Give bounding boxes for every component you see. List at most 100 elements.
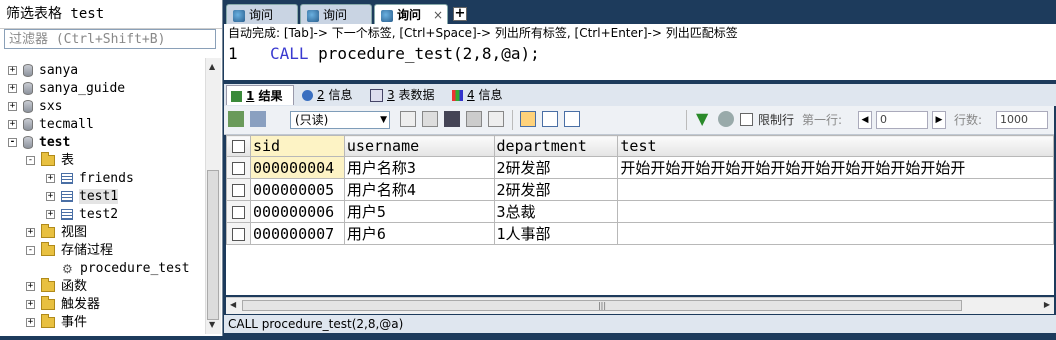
cell-sid[interactable]: 000000007 (249, 222, 345, 245)
table-row[interactable]: 000000005 用户名称4 2研发部 (226, 178, 1054, 201)
text-view-icon[interactable] (564, 111, 580, 127)
cell-username[interactable]: 用户6 (343, 222, 495, 245)
row-selector[interactable] (226, 156, 251, 179)
scroll-thumb[interactable]: ||| (242, 300, 962, 311)
tree-node-test[interactable]: - test (8, 134, 70, 152)
tree-node-procedure-test[interactable]: ⚙ procedure_test (62, 260, 190, 278)
sql-code[interactable]: CALL procedure_test(2,8,@a); (270, 44, 540, 63)
scroll-down-icon[interactable]: ▼ (209, 320, 215, 329)
tree-node-sanya[interactable]: + sanya (8, 62, 78, 80)
tree-scrollbar[interactable]: ▲ ▼ (205, 58, 221, 334)
column-header-username[interactable]: username (343, 135, 495, 157)
cell-test[interactable] (617, 200, 1054, 223)
readonly-select[interactable]: (只读) ▼ (290, 111, 390, 129)
import-icon[interactable] (250, 111, 266, 127)
row-selector[interactable] (226, 178, 251, 201)
grid-horizontal-scrollbar[interactable]: ◀ ||| ▶ (226, 297, 1054, 314)
scroll-left-icon[interactable]: ◀ (230, 300, 236, 309)
cell-username[interactable]: 用户名称4 (343, 178, 495, 201)
tree-node-triggers[interactable]: + 触发器 (26, 296, 100, 314)
expand-icon[interactable]: + (8, 120, 17, 129)
sql-editor[interactable]: 1 CALL procedure_test(2,8,@a); (224, 42, 1056, 80)
select-all-checkbox[interactable] (231, 140, 245, 153)
tree-node-test2[interactable]: + test2 (46, 206, 118, 224)
tree-node-events[interactable]: + 事件 (26, 314, 87, 332)
collapse-icon[interactable]: - (26, 246, 35, 255)
export-icon[interactable] (228, 111, 244, 127)
cell-department[interactable]: 2研发部 (493, 156, 619, 179)
result-grid[interactable]: sid username department test 000000004 用… (226, 135, 1054, 295)
cell-department[interactable]: 2研发部 (493, 178, 619, 201)
grid-view-icon[interactable] (520, 111, 536, 127)
query-tab-3[interactable]: 询问 × (374, 4, 448, 24)
row-selector[interactable] (226, 222, 251, 245)
cell-test[interactable] (617, 222, 1054, 245)
table-row[interactable]: 000000006 用户5 3总裁 (226, 200, 1054, 223)
scroll-up-icon[interactable]: ▲ (209, 62, 215, 71)
row-count-input[interactable]: 1000 (996, 111, 1048, 129)
tree-node-tables[interactable]: -表 (26, 152, 74, 170)
prev-page-button[interactable]: ◀ (858, 111, 872, 129)
row-checkbox[interactable] (231, 183, 245, 197)
scroll-right-icon[interactable]: ▶ (1044, 300, 1050, 309)
expand-icon[interactable]: + (8, 102, 17, 111)
tab-table-data[interactable]: 3 表数据 (366, 85, 444, 105)
expand-icon[interactable]: + (46, 210, 55, 219)
cell-test[interactable]: 开始开始开始开始开始开始开始开始开始开始开始开 (617, 156, 1054, 179)
expand-icon[interactable]: + (8, 66, 17, 75)
cancel-icon[interactable] (488, 111, 504, 127)
cell-sid[interactable]: 000000004 (249, 156, 345, 179)
save-icon[interactable] (444, 111, 460, 127)
tree-node-sanya-guide[interactable]: + sanya_guide (8, 80, 125, 98)
select-all-header[interactable] (226, 135, 251, 157)
query-tab-2[interactable]: 询问 (300, 4, 372, 24)
collapse-icon[interactable]: - (26, 156, 35, 165)
close-icon[interactable]: × (433, 5, 443, 25)
row-checkbox[interactable] (231, 227, 245, 241)
expand-icon[interactable]: + (26, 228, 35, 237)
cell-username[interactable]: 用户5 (343, 200, 495, 223)
column-header-test[interactable]: test (617, 135, 1054, 157)
tab-results[interactable]: 1 结果 (226, 85, 294, 105)
tree-node-functions[interactable]: + 函数 (26, 278, 87, 296)
filter-icon[interactable]: ▼ (696, 111, 712, 127)
query-tab-1[interactable]: 询问 (226, 4, 298, 24)
collapse-icon[interactable]: - (8, 138, 17, 147)
tree-node-friends[interactable]: + friends (46, 170, 134, 188)
add-row-icon[interactable] (400, 111, 416, 127)
tab-info[interactable]: 4 信息 (448, 85, 514, 105)
scroll-thumb[interactable] (207, 170, 219, 320)
column-header-department[interactable]: department (493, 135, 619, 157)
row-checkbox[interactable] (231, 161, 245, 175)
expand-icon[interactable]: + (46, 192, 55, 201)
duplicate-row-icon[interactable] (422, 111, 438, 127)
next-page-button[interactable]: ▶ (932, 111, 946, 129)
cell-sid[interactable]: 000000006 (249, 200, 345, 223)
expand-icon[interactable]: + (8, 84, 17, 93)
delete-icon[interactable] (466, 111, 482, 127)
tree-node-tecmall[interactable]: + tecmall (8, 116, 94, 134)
first-row-input[interactable]: 0 (876, 111, 928, 129)
tab-messages[interactable]: 2 信息 (298, 85, 362, 105)
tree-node-views[interactable]: + 视图 (26, 224, 87, 242)
cell-department[interactable]: 3总裁 (493, 200, 619, 223)
new-tab-button[interactable]: + (453, 7, 467, 21)
tree-node-procedures[interactable]: - 存储过程 (26, 242, 113, 260)
expand-icon[interactable]: + (26, 300, 35, 309)
tree-node-sxs[interactable]: + sxs (8, 98, 62, 116)
table-row[interactable]: 000000007 用户6 1人事部 (226, 222, 1054, 245)
column-header-sid[interactable]: sid (249, 135, 345, 157)
tree-node-test1[interactable]: + test1 (46, 188, 119, 206)
cell-department[interactable]: 1人事部 (493, 222, 619, 245)
expand-icon[interactable]: + (26, 318, 35, 327)
table-row[interactable]: 000000004 用户名称3 2研发部 开始开始开始开始开始开始开始开始开始开… (226, 156, 1054, 179)
expand-icon[interactable]: + (26, 282, 35, 291)
cell-sid[interactable]: 000000005 (249, 178, 345, 201)
cell-test[interactable] (617, 178, 1054, 201)
limit-rows-checkbox[interactable] (740, 113, 753, 126)
filter-input[interactable]: 过滤器 (Ctrl+Shift+B) (4, 29, 216, 49)
cell-username[interactable]: 用户名称3 (343, 156, 495, 179)
row-selector[interactable] (226, 200, 251, 223)
refresh-icon[interactable] (718, 111, 734, 127)
expand-icon[interactable]: + (46, 174, 55, 183)
